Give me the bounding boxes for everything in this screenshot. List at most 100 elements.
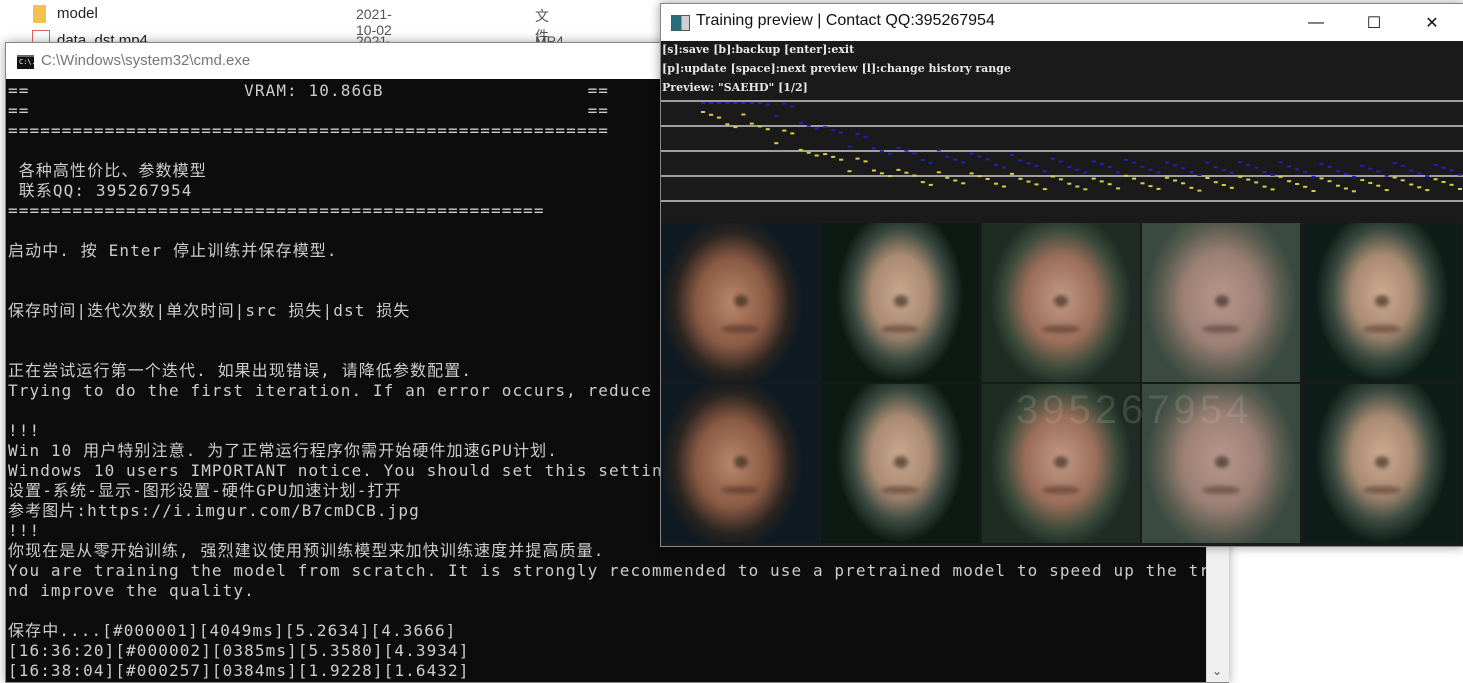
dst-loss-point (1140, 182, 1145, 185)
src-loss-point (701, 102, 705, 104)
src-loss-point (847, 145, 852, 148)
console-line: [16:36:20][#000002][0385ms][5.3580][4.39… (8, 641, 470, 660)
src-face (661, 384, 819, 543)
src-loss-point (1205, 161, 1210, 164)
dst-loss-point (1433, 178, 1438, 181)
dst-loss-point (855, 157, 860, 160)
face-nose-shadow (1375, 294, 1390, 307)
dst-loss-point (1197, 189, 1202, 192)
training-preview-window[interactable]: Training preview | Contact QQ:395267954 … (660, 3, 1463, 547)
face-nose-shadow (1214, 294, 1229, 307)
face-mouth-shadow (1202, 324, 1241, 333)
src-loss-point (1099, 163, 1104, 166)
src-loss-point (945, 155, 950, 158)
src-loss-point (1083, 171, 1088, 174)
src-loss-point (920, 159, 925, 161)
src-loss-point (871, 147, 876, 150)
console-line: == VRAM: 10.86GB == (8, 81, 610, 100)
src-loss-point (1319, 163, 1324, 166)
dst-loss-point (847, 170, 852, 173)
src-loss-point (733, 102, 738, 104)
dst-loss-point (1042, 188, 1047, 191)
graph-background (661, 98, 1463, 223)
src-loss-point (1107, 166, 1112, 168)
src-loss-point (961, 161, 966, 164)
src-loss-point (1156, 171, 1161, 174)
dst-loss-point (749, 122, 754, 125)
src-loss-point (1368, 167, 1373, 170)
dst-loss-point (1132, 177, 1137, 180)
dst-loss-point (1181, 182, 1185, 185)
scroll-down-arrow-icon[interactable]: ⌄ (1212, 664, 1222, 678)
src-loss-point (765, 103, 770, 106)
src-loss-point (1002, 166, 1006, 169)
dst-loss-point (1343, 187, 1348, 190)
dst-loss-point (912, 174, 917, 177)
training-preview-titlebar[interactable]: Training preview | Contact QQ:395267954 … (661, 4, 1463, 41)
src-loss-point (1441, 166, 1446, 169)
face-mouth-shadow (721, 324, 760, 333)
src-loss-point (977, 155, 982, 158)
dst-loss-point (1295, 183, 1300, 185)
console-line: 保存时间|迭代次数|单次时间|src 损失|dst 损失 (8, 301, 411, 320)
minimize-button[interactable]: — (1287, 4, 1345, 41)
dst-loss-point (887, 175, 892, 178)
dst-loss-point (1229, 186, 1234, 189)
src-loss-point (863, 135, 868, 138)
dst-loss-point (839, 158, 844, 161)
face-nose-shadow (894, 455, 909, 468)
src-loss-point (1246, 163, 1251, 166)
console-line: nd improve the quality. (8, 581, 255, 600)
src-loss-point (994, 163, 998, 166)
dst-loss-point (1449, 183, 1454, 186)
src-loss-point (1042, 170, 1047, 173)
src-loss-point (1360, 164, 1365, 167)
console-line: 联系QQ: 395267954 (8, 181, 193, 200)
console-line: 你现在是从零开始训练, 强烈建议使用预训练模型来加快训练速度并提高质量. (8, 541, 605, 560)
dst-loss-point (1368, 181, 1373, 184)
swap-result (1302, 223, 1461, 382)
src-loss-point (1376, 170, 1381, 173)
src-loss-point (709, 102, 713, 104)
src-loss-point (928, 161, 933, 164)
face-nose-shadow (733, 455, 748, 468)
app-icon (671, 15, 690, 31)
face-mouth-shadow (1362, 324, 1401, 333)
dst-loss-point (1205, 177, 1210, 179)
dst-loss-point (994, 182, 998, 185)
src-loss-point (1050, 157, 1055, 160)
dst-loss-point (1417, 186, 1422, 189)
dst-loss-point (1010, 172, 1014, 175)
dst-loss-point (871, 169, 876, 172)
src-loss-point (1026, 162, 1031, 165)
dst-loss-point (1091, 177, 1096, 180)
cmd-icon: C:\. (17, 55, 36, 69)
src-loss-point (725, 102, 730, 104)
src-loss-point (1449, 169, 1454, 172)
src-loss-point (839, 131, 844, 134)
src-reconstruction (821, 223, 980, 382)
dst-loss-point (1213, 181, 1218, 184)
src-loss-point (1189, 171, 1194, 174)
src-loss-point (774, 115, 779, 118)
dst-loss-point (936, 171, 941, 174)
face-mouth-shadow (1202, 485, 1241, 494)
face-mouth-shadow (721, 485, 760, 494)
dst-loss-point (863, 160, 868, 163)
dst-loss-point (806, 151, 811, 154)
close-button[interactable]: ✕ (1403, 4, 1461, 41)
dst-loss-point (782, 129, 787, 132)
dst-loss-point (709, 113, 713, 116)
dst-loss-point (1319, 177, 1324, 180)
src-loss-point (1392, 162, 1397, 165)
dst-loss-point (1303, 185, 1308, 188)
src-loss-point (1132, 161, 1137, 164)
face-nose-shadow (894, 294, 909, 307)
dst-loss-point (1173, 179, 1177, 182)
dst-loss-point (1384, 189, 1389, 192)
dst-loss-point (961, 182, 966, 185)
console-line: You are training the model from scratch.… (8, 561, 1206, 580)
dst-loss-point (717, 116, 721, 119)
console-line: 正在尝试运行第一个迭代. 如果出现错误, 请降低参数配置. (8, 361, 473, 380)
maximize-button[interactable]: ☐ (1345, 4, 1403, 41)
